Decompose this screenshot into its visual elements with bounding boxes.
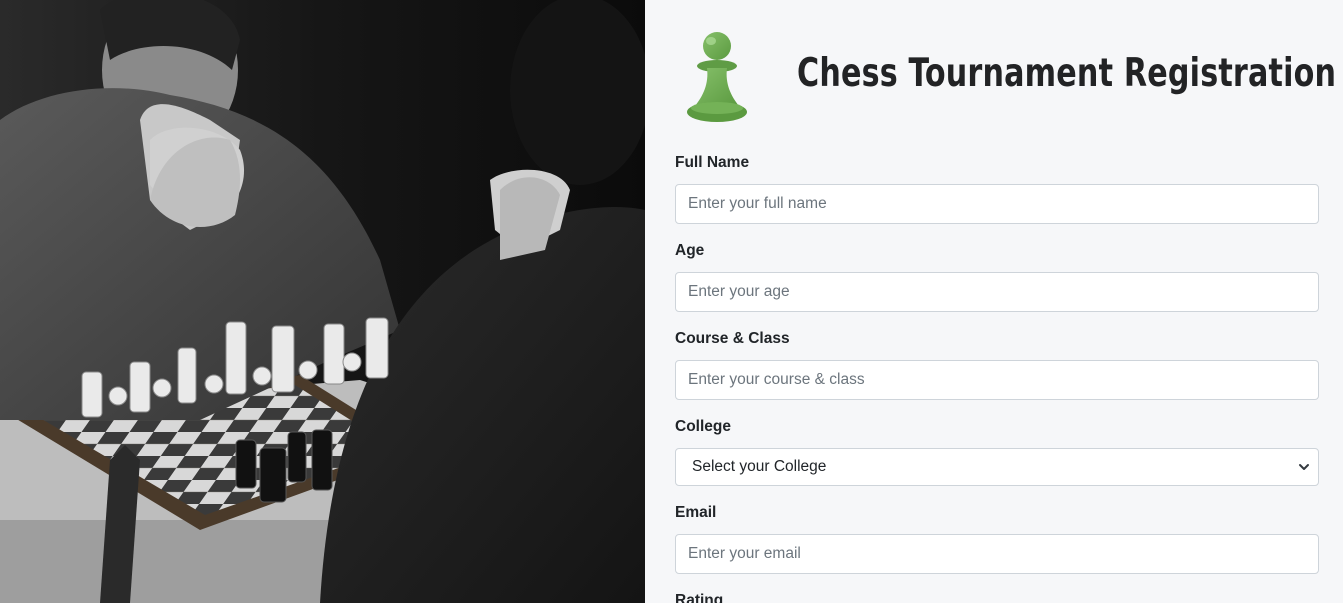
- rating-label: Rating: [675, 592, 724, 603]
- page-title: Chess Tournament Registration: [797, 51, 1337, 96]
- email-field: Email: [675, 502, 1319, 574]
- form-header: Chess Tournament Registration: [645, 0, 1343, 140]
- email-label: Email: [675, 504, 717, 521]
- full-name-field: Full Name: [675, 152, 1319, 224]
- email-input[interactable]: [675, 534, 1319, 574]
- registration-page: Chess Tournament Registration Full Name …: [0, 0, 1343, 603]
- course-class-input[interactable]: [675, 360, 1319, 400]
- college-field: College Select your College: [675, 416, 1319, 486]
- rating-field: Rating: [675, 590, 1319, 603]
- age-input[interactable]: [675, 272, 1319, 312]
- college-label: College: [675, 418, 731, 435]
- college-select-value: Select your College: [692, 458, 827, 475]
- full-name-label: Full Name: [675, 154, 750, 171]
- pawn-icon: [687, 32, 747, 122]
- registration-form-panel: Chess Tournament Registration Full Name …: [645, 0, 1343, 603]
- age-field: Age: [675, 240, 1319, 312]
- course-class-label: Course & Class: [675, 330, 790, 347]
- college-select[interactable]: Select your College: [675, 448, 1319, 486]
- course-class-field: Course & Class: [675, 328, 1319, 400]
- age-label: Age: [675, 242, 705, 259]
- chevron-down-icon: [1299, 464, 1309, 470]
- chess-players-photo: [0, 0, 645, 603]
- full-name-input[interactable]: [675, 184, 1319, 224]
